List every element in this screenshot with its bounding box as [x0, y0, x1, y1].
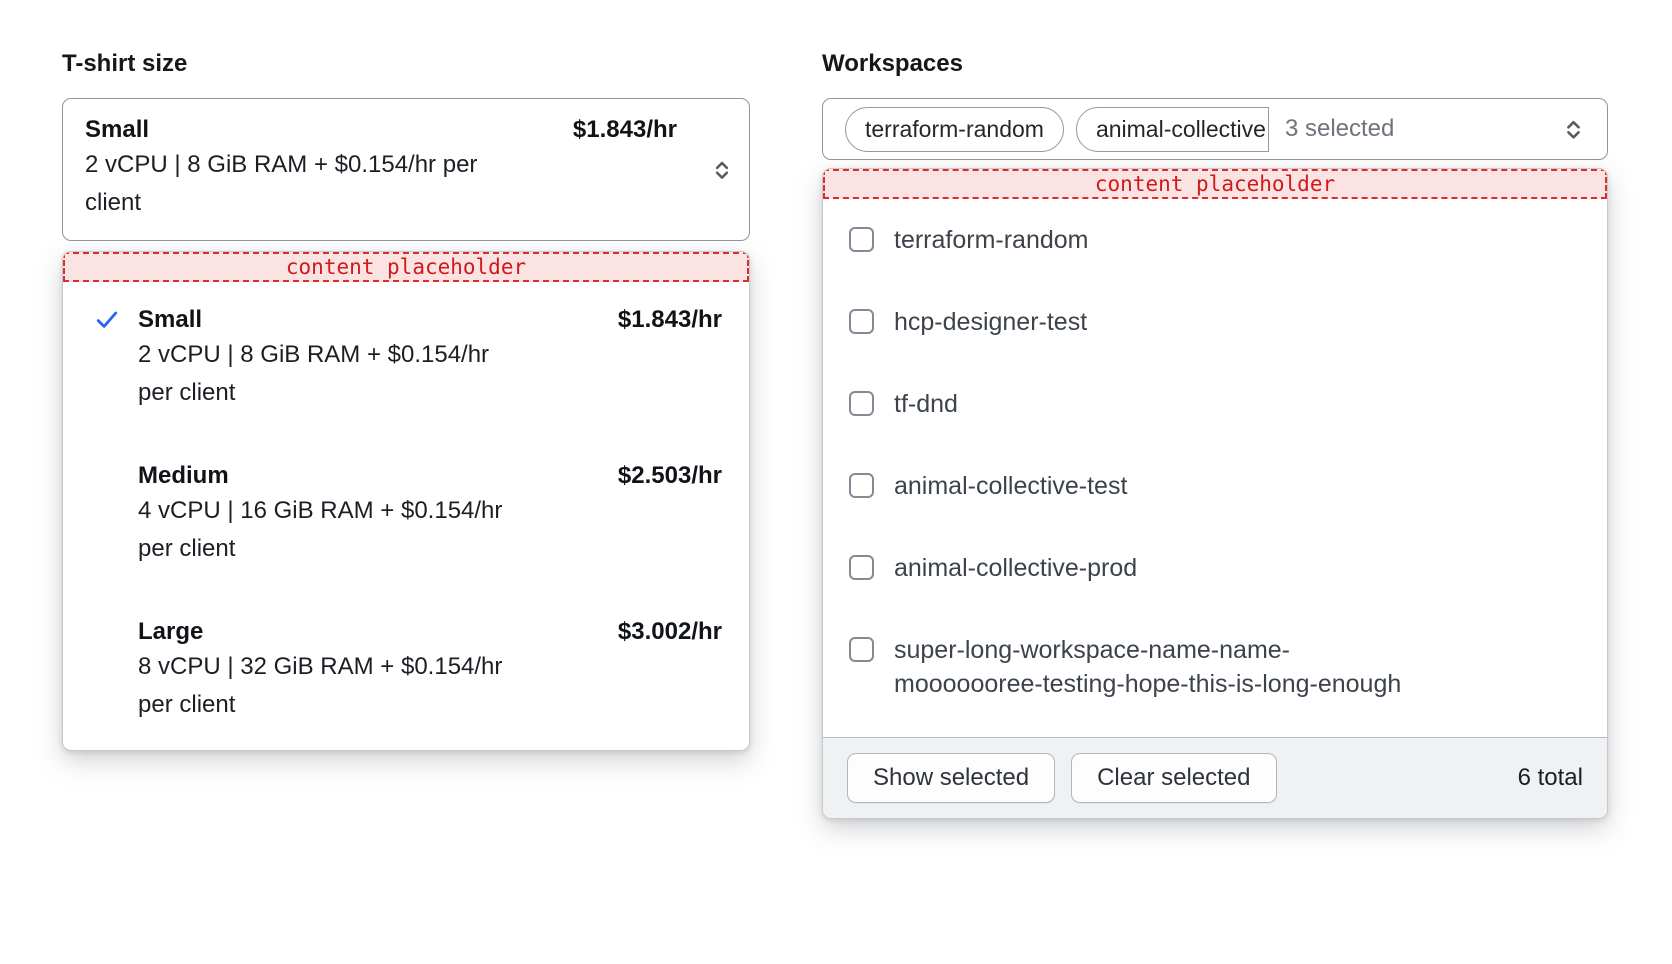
show-selected-button[interactable]: Show selected	[847, 753, 1055, 803]
selected-size-description-line1: 2 vCPU | 8 GiB RAM + $0.154/hr per	[85, 146, 729, 184]
checkbox-icon[interactable]	[849, 309, 874, 334]
workspaces-footer: Show selected Clear selected 6 total	[823, 737, 1607, 818]
total-count-label: 6 total	[1518, 764, 1583, 792]
selected-count-label: 3 selected	[1285, 115, 1394, 143]
workspaces-dropdown: content placeholder terraform-random hcp…	[822, 168, 1608, 819]
option-description-line1: 8 vCPU | 32 GiB RAM + $0.154/hr	[138, 648, 722, 686]
checkbox-icon[interactable]	[849, 637, 874, 662]
workspace-item-terraform-random[interactable]: terraform-random	[823, 199, 1607, 281]
workspace-item-super-long-workspace[interactable]: super-long-workspace-name-name- moooooor…	[823, 609, 1607, 725]
workspaces-label: Workspaces	[822, 50, 1608, 78]
workspace-name: hcp-designer-test	[894, 305, 1087, 339]
tshirt-size-dropdown: content placeholder Small $1.843/hr 2 vC…	[62, 251, 750, 751]
workspace-name: terraform-random	[894, 223, 1089, 257]
tag-terraform-random[interactable]: terraform-random	[845, 107, 1064, 152]
workspace-name-line2: mooooooree-testing-hope-this-is-long-eno…	[894, 667, 1401, 701]
workspace-name: tf-dnd	[894, 387, 958, 421]
tag-animal-collective[interactable]: animal-collective	[1076, 107, 1269, 152]
selected-size-description-line2: client	[85, 184, 729, 222]
workspace-item-tf-dnd[interactable]: tf-dnd	[823, 363, 1607, 445]
option-description-line1: 4 vCPU | 16 GiB RAM + $0.154/hr	[138, 492, 722, 530]
workspaces-section: Workspaces terraform-random animal-colle…	[822, 50, 1608, 819]
checkbox-icon[interactable]	[849, 227, 874, 252]
option-description-line2: per client	[138, 374, 722, 412]
option-description-line2: per client	[138, 686, 722, 724]
workspaces-list: terraform-random hcp-designer-test tf-dn…	[823, 199, 1607, 737]
tshirt-size-label: T-shirt size	[62, 50, 750, 78]
option-title: Large	[138, 616, 203, 648]
workspace-item-animal-collective-prod[interactable]: animal-collective-prod	[823, 527, 1607, 609]
content-placeholder-banner: content placeholder	[63, 252, 749, 282]
option-price: $1.843/hr	[618, 304, 722, 336]
check-icon	[93, 306, 121, 339]
checkbox-icon[interactable]	[849, 391, 874, 416]
workspace-item-animal-collective-test[interactable]: animal-collective-test	[823, 445, 1607, 527]
option-title: Medium	[138, 460, 229, 492]
workspace-name: super-long-workspace-name-name-	[894, 633, 1401, 667]
workspace-item-hcp-designer-test[interactable]: hcp-designer-test	[823, 281, 1607, 363]
size-option-large[interactable]: Large $3.002/hr 8 vCPU | 32 GiB RAM + $0…	[63, 594, 749, 750]
size-option-medium[interactable]: Medium $2.503/hr 4 vCPU | 16 GiB RAM + $…	[63, 438, 749, 594]
option-description-line2: per client	[138, 530, 722, 568]
option-price: $3.002/hr	[618, 616, 722, 648]
tshirt-size-section: T-shirt size Small $1.843/hr 2 vCPU | 8 …	[62, 50, 750, 751]
checkbox-icon[interactable]	[849, 473, 874, 498]
workspace-name: animal-collective-test	[894, 469, 1127, 503]
checkbox-icon[interactable]	[849, 555, 874, 580]
option-description-line1: 2 vCPU | 8 GiB RAM + $0.154/hr	[138, 336, 722, 374]
chevron-updown-icon	[709, 157, 735, 183]
selected-size-price: $1.843/hr	[573, 114, 677, 146]
option-title: Small	[138, 304, 202, 336]
chevron-updown-icon	[1560, 116, 1587, 143]
selected-size-title: Small	[85, 114, 149, 146]
workspace-name: animal-collective-prod	[894, 551, 1137, 585]
size-option-small[interactable]: Small $1.843/hr 2 vCPU | 8 GiB RAM + $0.…	[63, 282, 749, 438]
tshirt-size-select-trigger[interactable]: Small $1.843/hr 2 vCPU | 8 GiB RAM + $0.…	[62, 98, 750, 241]
workspaces-select-trigger[interactable]: terraform-random animal-collective 3 sel…	[822, 98, 1608, 160]
clear-selected-button[interactable]: Clear selected	[1071, 753, 1276, 803]
option-price: $2.503/hr	[618, 460, 722, 492]
content-placeholder-banner: content placeholder	[823, 169, 1607, 199]
